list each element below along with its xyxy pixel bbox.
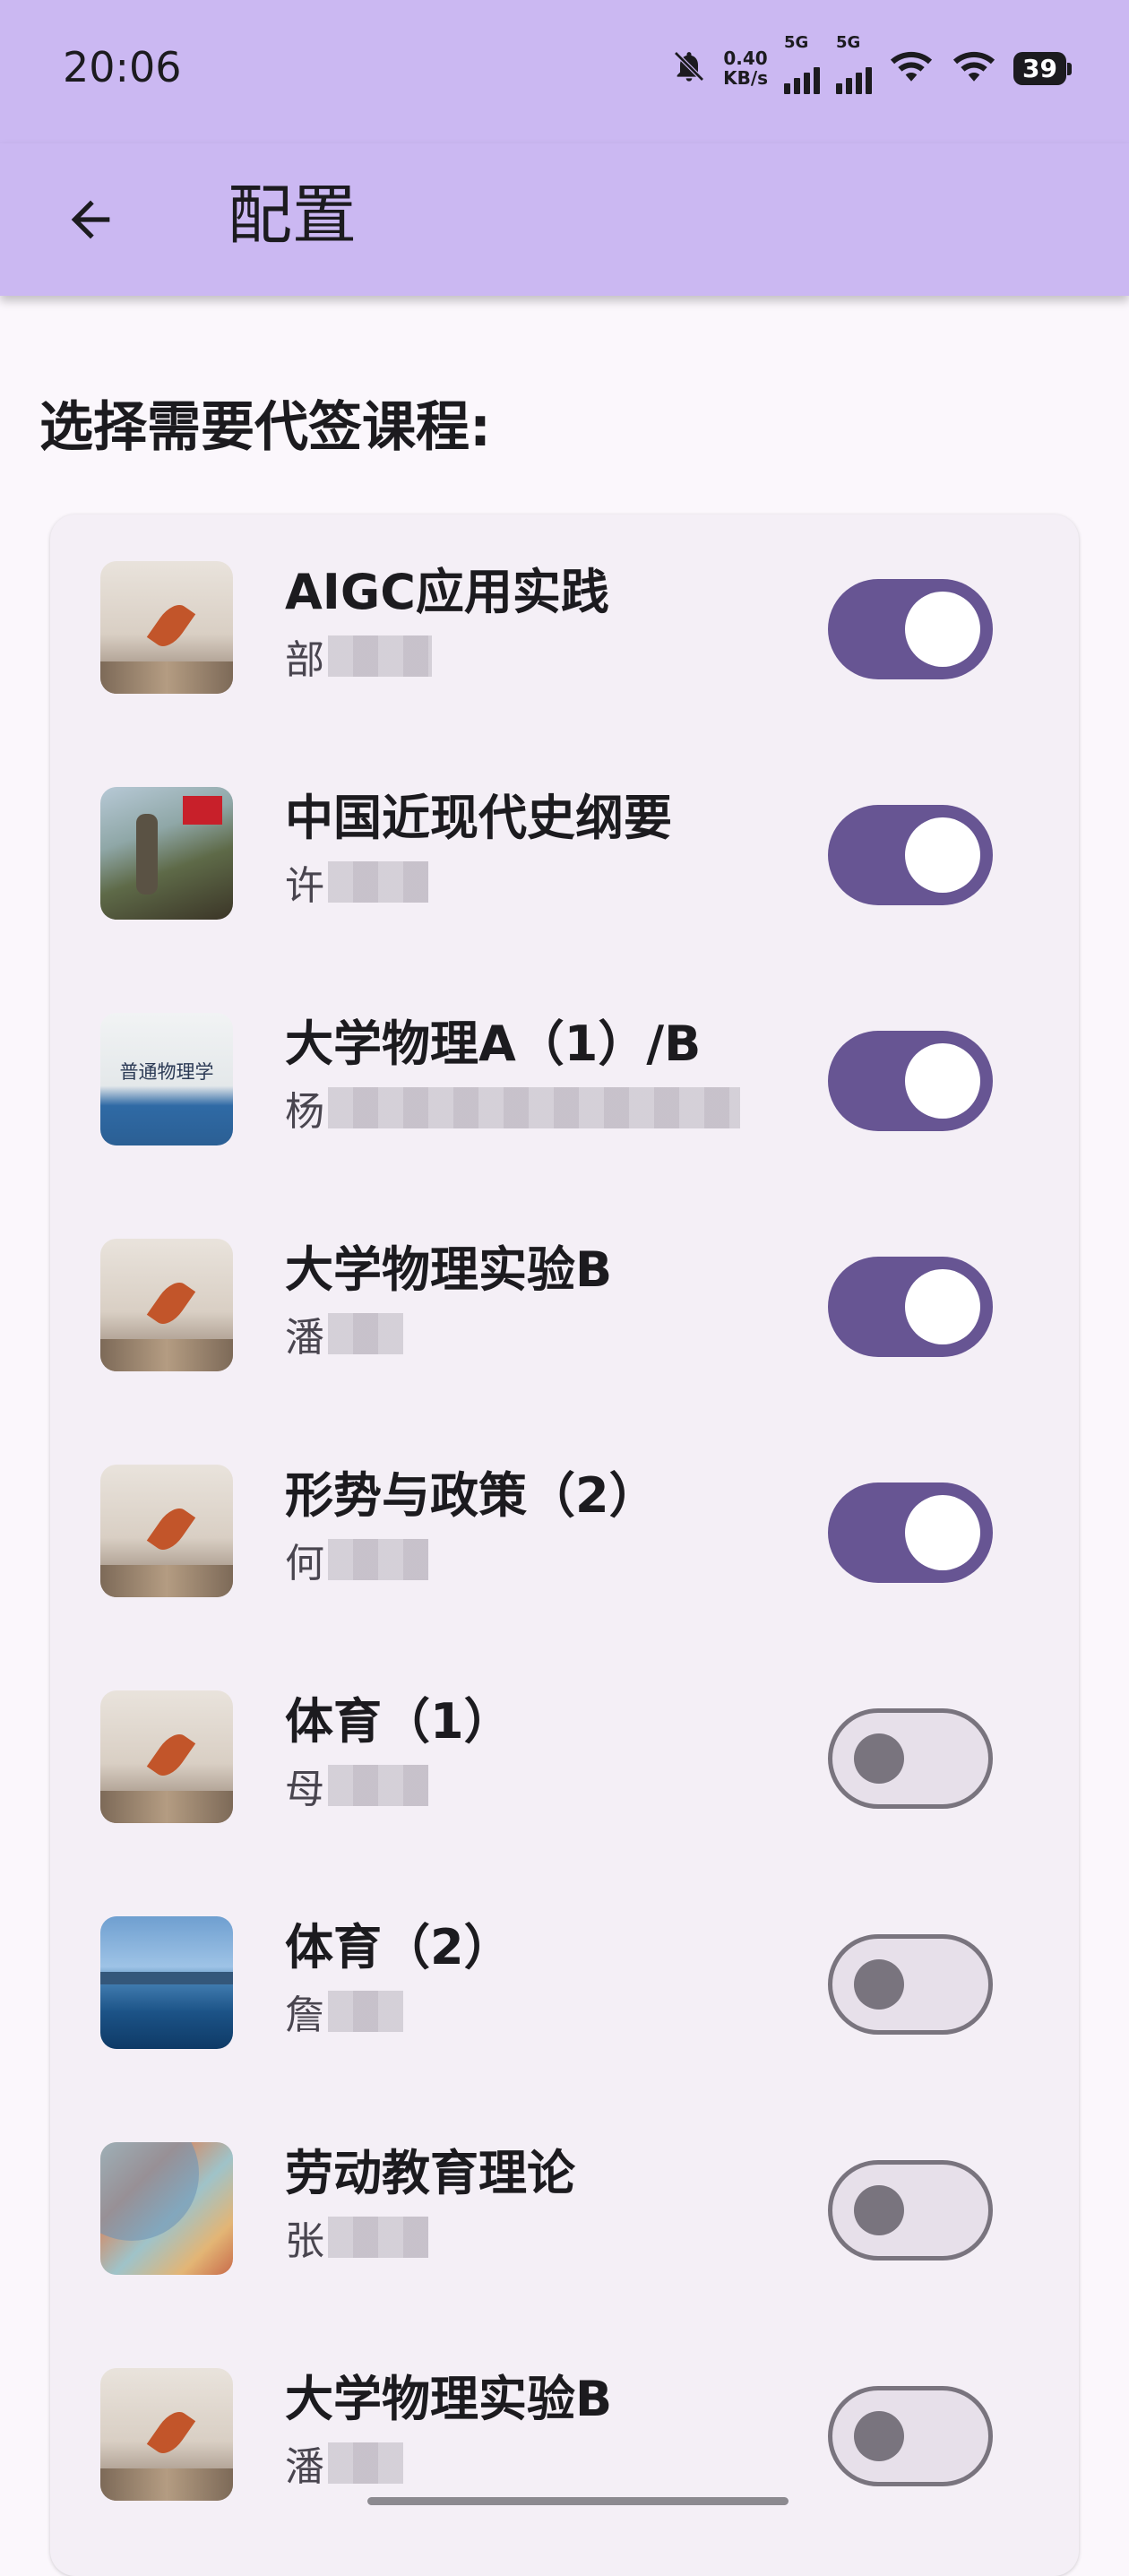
redacted-text <box>328 2442 403 2484</box>
course-row[interactable]: 普通物理学 大学物理A（1）/B 杨 <box>50 966 1079 1192</box>
status-time: 20:06 <box>63 43 182 91</box>
redacted-text <box>328 1765 428 1806</box>
course-toggle[interactable] <box>828 579 993 679</box>
course-teacher: 母 <box>285 1757 428 1814</box>
course-name: 体育（2） <box>285 1919 513 1975</box>
battery-indicator: 39 <box>1013 51 1072 85</box>
redacted-text <box>328 635 432 677</box>
app-bar: 配置 <box>0 143 1129 296</box>
mute-bell-icon <box>671 47 707 90</box>
course-image-falling-leaf <box>100 561 233 694</box>
course-row[interactable]: 形势与政策（2） 何 <box>50 1418 1079 1644</box>
course-teacher: 杨 <box>285 1079 740 1137</box>
course-teacher: 潘 <box>285 1305 403 1362</box>
course-teacher: 部 <box>285 627 432 685</box>
course-row[interactable]: 体育（1） 母 <box>50 1644 1079 1870</box>
course-name: 中国近现代史纲要 <box>285 790 672 846</box>
redacted-text <box>328 1313 403 1354</box>
redacted-text <box>328 1087 740 1128</box>
arrow-back-icon <box>71 200 110 239</box>
course-image-falling-leaf <box>100 2368 233 2501</box>
net-speed: 0.40 KB/s <box>723 48 769 89</box>
course-row[interactable]: AIGC应用实践 部 <box>50 514 1079 740</box>
signal-5g-2-icon: 5G <box>836 33 873 94</box>
course-teacher: 何 <box>285 1531 428 1588</box>
course-toggle[interactable] <box>828 1257 993 1357</box>
course-toggle[interactable] <box>828 2160 993 2260</box>
course-image-falling-leaf <box>100 1690 233 1823</box>
section-title: 选择需要代签课程: <box>39 396 491 459</box>
wifi-1-icon <box>888 48 935 89</box>
course-name: 形势与政策（2） <box>285 1467 658 1524</box>
home-indicator[interactable] <box>367 2497 789 2505</box>
redacted-text <box>328 861 428 903</box>
course-image-falling-leaf <box>100 1239 233 1371</box>
course-image-historical-painting <box>100 787 233 920</box>
course-row[interactable]: 大学物理实验B 潘 <box>50 2321 1079 2547</box>
course-toggle[interactable] <box>828 2386 993 2486</box>
course-toggle[interactable] <box>828 1934 993 2035</box>
course-name: AIGC应用实践 <box>285 564 609 620</box>
course-teacher: 许 <box>285 853 428 911</box>
course-toggle[interactable] <box>828 805 993 905</box>
signal-5g-1-icon: 5G <box>784 33 821 94</box>
course-teacher: 詹 <box>285 1983 403 2040</box>
course-name: 体育（1） <box>285 1693 513 1750</box>
back-button[interactable] <box>50 179 131 260</box>
course-teacher: 张 <box>285 2209 428 2266</box>
course-name: 大学物理实验B <box>285 1241 613 1298</box>
course-toggle[interactable] <box>828 1031 993 1131</box>
course-row[interactable]: 中国近现代史纲要 许 <box>50 740 1079 966</box>
course-name: 大学物理A（1）/B <box>285 1016 702 1072</box>
course-row[interactable]: 劳动教育理论 张 <box>50 2096 1079 2321</box>
course-image-physics-book-cover: 普通物理学 <box>100 1013 233 1145</box>
page-title: 配置 <box>228 177 358 253</box>
course-row[interactable]: 大学物理实验B 潘 <box>50 1192 1079 1418</box>
course-name: 大学物理实验B <box>285 2371 613 2427</box>
redacted-text <box>328 2217 428 2258</box>
course-toggle[interactable] <box>828 1482 993 1583</box>
redacted-text <box>328 1539 428 1580</box>
redacted-text <box>328 1991 403 2032</box>
course-teacher: 潘 <box>285 2434 403 2492</box>
wifi-2-icon <box>951 48 997 89</box>
course-image-illustrated-map <box>100 2142 233 2275</box>
status-icons: 0.40 KB/s 5G 5G 39 <box>671 33 1072 94</box>
course-list-card: AIGC应用实践 部 中国近现代史纲要 许 普通物理学 大学物理A（1）/B 杨… <box>50 514 1079 2576</box>
course-image-lake-landscape <box>100 1916 233 2049</box>
course-row[interactable]: 体育（2） 詹 <box>50 1870 1079 2096</box>
course-name: 劳动教育理论 <box>285 2145 575 2201</box>
status-bar: 20:06 0.40 KB/s 5G 5G 39 <box>0 0 1129 143</box>
course-toggle[interactable] <box>828 1708 993 1809</box>
course-image-falling-leaf <box>100 1465 233 1597</box>
